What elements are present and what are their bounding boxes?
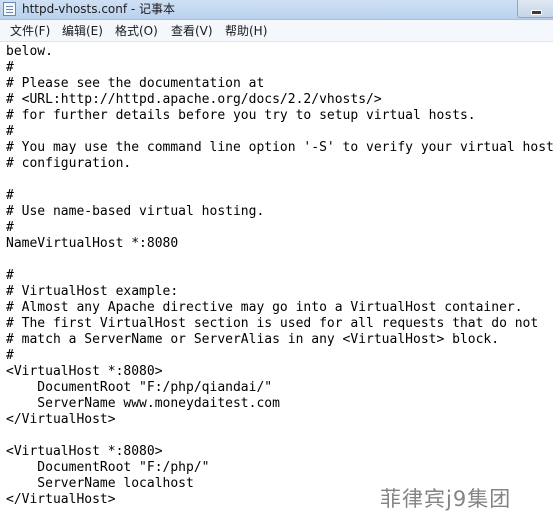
editor-line: ServerName localhost (6, 476, 194, 491)
menu-view[interactable]: 查看(V) (171, 23, 213, 39)
text-editor-area[interactable]: below. # # Please see the documentation … (0, 42, 553, 525)
notepad-icon[interactable] (3, 2, 16, 16)
menu-bar: 文件(F) 编辑(E) 格式(O) 查看(V) 帮助(H) (0, 20, 553, 42)
window-title: httpd-vhosts.conf - 记事本 (22, 2, 176, 16)
editor-line: # (6, 220, 14, 235)
editor-line: # (6, 348, 14, 363)
editor-line: # match a ServerName or ServerAlias in a… (6, 332, 500, 347)
editor-line: # You may use the command line option '-… (6, 140, 553, 155)
editor-line: NameVirtualHost *:8080 (6, 236, 179, 251)
editor-line: </VirtualHost> (6, 412, 116, 427)
watermark-text: 菲律宾j9集团 (380, 487, 512, 511)
menu-file[interactable]: 文件(F) (10, 23, 50, 39)
editor-line: # Please see the documentation at (6, 76, 265, 91)
menu-help[interactable]: 帮助(H) (225, 23, 267, 39)
editor-line: ServerName www.moneydaitest.com (6, 396, 280, 411)
editor-line: # configuration. (6, 156, 132, 171)
editor-line: DocumentRoot "F:/php/qiandai/" (6, 380, 273, 395)
editor-line: # (6, 268, 14, 283)
editor-line: # The first VirtualHost section is used … (6, 316, 539, 331)
menu-edit[interactable]: 编辑(E) (62, 23, 103, 39)
editor-line: DocumentRoot "F:/php/" (6, 460, 210, 475)
editor-line: <VirtualHost *:8080> (6, 364, 163, 379)
editor-line: # <URL:http://httpd.apache.org/docs/2.2/… (6, 92, 382, 107)
editor-line: below. (6, 44, 53, 59)
minimize-icon (531, 10, 542, 15)
editor-line: <VirtualHost *:8080> (6, 444, 163, 459)
editor-line: # (6, 60, 14, 75)
editor-line: # Almost any Apache directive may go int… (6, 300, 523, 315)
minimize-button[interactable] (517, 0, 553, 18)
editor-line: # Use name-based virtual hosting. (6, 204, 265, 219)
title-bar[interactable]: httpd-vhosts.conf - 记事本 (0, 0, 553, 20)
editor-line: # VirtualHost example: (6, 284, 179, 299)
editor-line: # (6, 188, 14, 203)
menu-format[interactable]: 格式(O) (115, 23, 158, 39)
editor-line: </VirtualHost> (6, 492, 116, 507)
editor-line: # (6, 124, 14, 139)
notepad-window: httpd-vhosts.conf - 记事本 文件(F) 编辑(E) 格式(O… (0, 0, 553, 525)
editor-line: # for further details before you try to … (6, 108, 476, 123)
